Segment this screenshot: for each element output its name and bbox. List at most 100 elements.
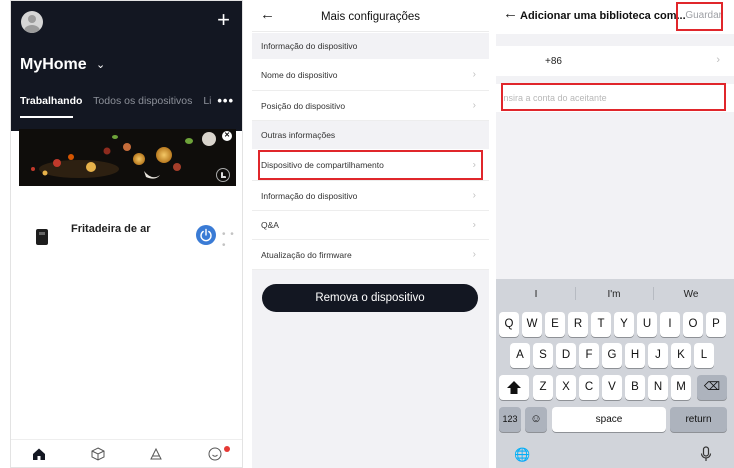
key-f[interactable]: F: [579, 343, 599, 368]
row-label: Nome do dispositivo: [261, 70, 338, 80]
country-code-row[interactable]: +86 ›: [496, 46, 734, 76]
suggestion-1[interactable]: I: [498, 289, 574, 300]
key-b[interactable]: B: [625, 375, 645, 400]
key-k[interactable]: K: [671, 343, 691, 368]
key-e[interactable]: E: [545, 312, 565, 337]
globe-icon[interactable]: 🌐: [514, 447, 530, 463]
key-o[interactable]: O: [683, 312, 703, 337]
key-m[interactable]: M: [671, 375, 691, 400]
cube-icon[interactable]: [91, 447, 105, 461]
close-icon[interactable]: ✕: [222, 131, 232, 141]
row-label: Posição do dispositivo: [261, 101, 346, 111]
avatar[interactable]: [21, 11, 43, 33]
page-title: Mais configurações: [320, 11, 421, 23]
chevron-down-icon[interactable]: ⌄: [96, 58, 105, 71]
key-n[interactable]: N: [648, 375, 668, 400]
home-screen: + MyHome ⌄ Trabalhando Todos os disposit…: [10, 0, 243, 468]
key-j[interactable]: J: [648, 343, 668, 368]
chevron-right-icon: ›: [472, 68, 476, 80]
home-icon[interactable]: [32, 447, 46, 461]
profile-icon[interactable]: [208, 447, 222, 461]
settings-screen: ← Mais configurações Informação do dispo…: [252, 0, 489, 468]
air-fryer-image: [36, 229, 48, 245]
row-device-name[interactable]: Nome do dispositivo ›: [252, 59, 489, 91]
food-splash-illustration: [19, 129, 236, 186]
key-z[interactable]: Z: [533, 375, 553, 400]
chevron-right-icon: ›: [472, 189, 476, 201]
highlight-sharing: [258, 150, 483, 180]
key-s[interactable]: S: [533, 343, 553, 368]
key-q[interactable]: Q: [499, 312, 519, 337]
device-more-button[interactable]: • • •: [222, 229, 236, 251]
key-c[interactable]: C: [579, 375, 599, 400]
row-firmware-update[interactable]: Atualização do firmware ›: [252, 240, 489, 270]
microphone-icon[interactable]: [699, 446, 713, 462]
tab-living[interactable]: Li: [203, 95, 211, 107]
home-header: + MyHome ⌄ Trabalhando Todos os disposit…: [11, 1, 242, 131]
back-arrow-icon[interactable]: ←: [503, 5, 518, 22]
emoji-icon: ☺: [530, 413, 542, 425]
numbers-key[interactable]: 123: [499, 407, 521, 432]
section-other-info: Outras informações: [252, 121, 489, 149]
power-icon: [200, 228, 212, 242]
key-w[interactable]: W: [522, 312, 542, 337]
remove-device-button[interactable]: Remova o dispositivo: [262, 284, 478, 312]
on-screen-keyboard: I I'm We Q W E R T Y U I O P A S D F G H…: [496, 279, 734, 468]
key-x[interactable]: X: [556, 375, 576, 400]
row-device-information[interactable]: Informação do dispositivo ›: [252, 181, 489, 211]
keyboard-suggestions: I I'm We: [496, 279, 734, 307]
backspace-icon: ⌫: [703, 381, 721, 393]
key-a[interactable]: A: [510, 343, 530, 368]
chevron-right-icon: ›: [716, 54, 720, 66]
more-tabs-button[interactable]: •••: [217, 93, 234, 108]
shift-icon: [507, 381, 521, 394]
power-button[interactable]: [196, 225, 216, 245]
room-tabs: Trabalhando Todos os dispositivos Li: [20, 95, 220, 115]
chevron-right-icon: ›: [472, 99, 476, 111]
row-label: Q&A: [261, 220, 279, 230]
key-v[interactable]: V: [602, 375, 622, 400]
scene-icon[interactable]: [149, 447, 163, 461]
suggestion-3[interactable]: We: [653, 289, 729, 300]
key-r[interactable]: R: [568, 312, 588, 337]
row-qa[interactable]: Q&A ›: [252, 211, 489, 240]
suggestion-2[interactable]: I'm: [576, 289, 652, 300]
space-key[interactable]: space: [552, 407, 666, 432]
key-g[interactable]: G: [602, 343, 622, 368]
tab-working[interactable]: Trabalhando: [20, 95, 82, 107]
shift-key[interactable]: [499, 375, 529, 400]
key-u[interactable]: U: [637, 312, 657, 337]
key-i[interactable]: I: [660, 312, 680, 337]
tab-indicator: [20, 116, 73, 118]
backspace-key[interactable]: ⌫: [697, 375, 727, 400]
add-device-button[interactable]: +: [217, 9, 230, 31]
tab-all-devices[interactable]: Todos os dispositivos: [93, 95, 192, 107]
notification-dot: [224, 446, 230, 452]
share-screen: ← Adicionar uma biblioteca com... Guarda…: [496, 0, 734, 468]
promo-banner[interactable]: ✕: [19, 129, 236, 186]
section-device-info: Informação do dispositivo: [252, 33, 489, 59]
chevron-right-icon: ›: [472, 248, 476, 260]
tap-hand-icon: [216, 168, 230, 182]
bottom-nav: [11, 439, 242, 467]
page-title: Adicionar uma biblioteca com...: [520, 10, 686, 22]
highlight-account: [501, 83, 726, 111]
highlight-save: [676, 2, 723, 31]
key-l[interactable]: L: [694, 343, 714, 368]
key-p[interactable]: P: [706, 312, 726, 337]
emoji-key[interactable]: ☺: [525, 407, 547, 432]
country-code: +86: [545, 56, 562, 67]
row-device-position[interactable]: Posição do dispositivo ›: [252, 91, 489, 121]
key-d[interactable]: D: [556, 343, 576, 368]
key-h[interactable]: H: [625, 343, 645, 368]
return-key[interactable]: return: [670, 407, 727, 432]
device-name: Fritadeira de ar: [71, 223, 151, 235]
device-card[interactable]: Fritadeira de ar • • •: [19, 213, 236, 258]
key-t[interactable]: T: [591, 312, 611, 337]
row-label: Atualização do firmware: [261, 250, 352, 260]
row-label: Informação do dispositivo: [261, 191, 358, 201]
key-y[interactable]: Y: [614, 312, 634, 337]
chevron-right-icon: ›: [472, 219, 476, 231]
home-name[interactable]: MyHome: [20, 56, 87, 74]
settings-header: ← Mais configurações: [252, 0, 489, 32]
